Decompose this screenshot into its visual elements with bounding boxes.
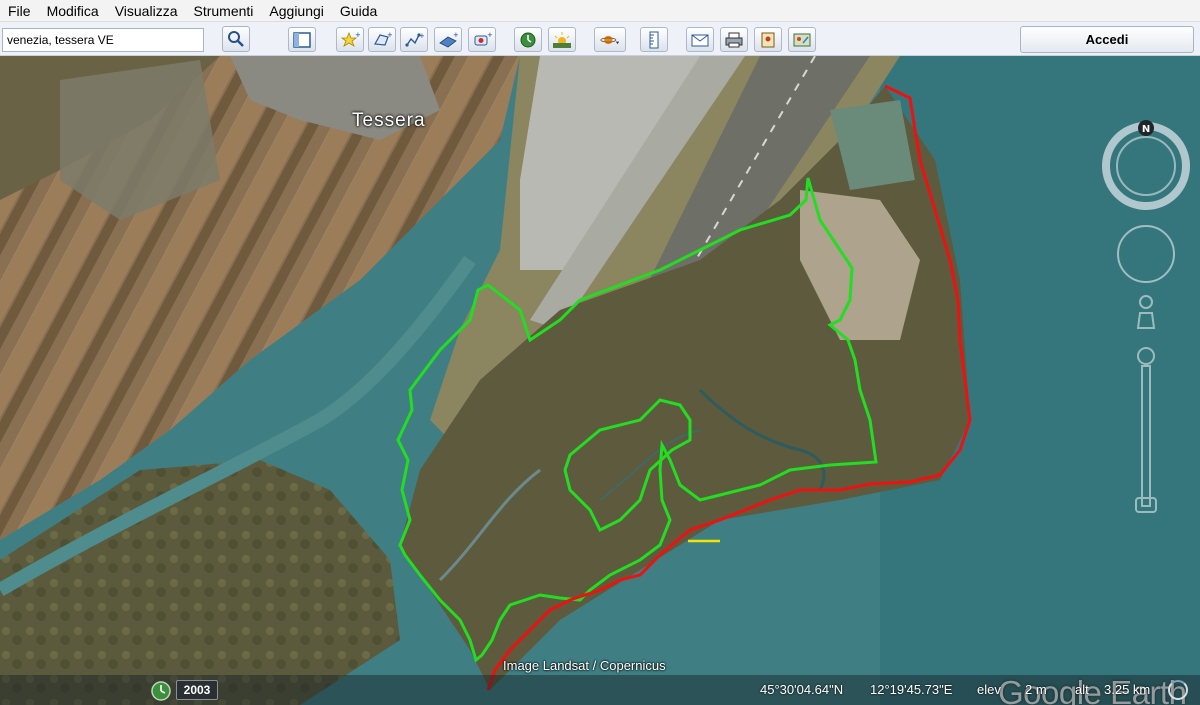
sunlight-button[interactable] <box>548 27 576 52</box>
record-tour-button[interactable]: + <box>468 27 496 52</box>
ruler-icon <box>649 31 659 48</box>
elevation-value: 2 m <box>1025 682 1047 697</box>
save-image-icon <box>761 32 775 47</box>
longitude-readout: 12°19'45.73"E <box>870 682 953 697</box>
navigation-controls: N <box>1102 120 1190 513</box>
street-view-pegman-icon[interactable] <box>1136 295 1156 329</box>
historical-imagery-icon <box>520 32 536 47</box>
place-label: Tessera <box>352 110 426 131</box>
add-placemark-button[interactable]: + <box>336 27 364 52</box>
zoom-slider[interactable] <box>1135 347 1157 513</box>
toolbar: + + + + + Accedi <box>0 22 1200 56</box>
path-icon: + <box>405 32 424 47</box>
svg-text:+: + <box>487 31 492 39</box>
historical-imagery-button[interactable] <box>514 27 542 52</box>
save-image-button[interactable] <box>754 27 782 52</box>
add-polygon-button[interactable]: + <box>368 27 396 52</box>
loading-spinner-icon <box>1168 680 1188 700</box>
image-overlay-icon: + <box>439 31 458 47</box>
menu-file[interactable]: File <box>0 0 39 22</box>
add-path-button[interactable]: + <box>400 27 428 52</box>
svg-text:+: + <box>419 32 424 40</box>
compass-north-marker[interactable]: N <box>1138 120 1154 136</box>
tour-icon: + <box>474 31 492 45</box>
svg-text:+: + <box>453 31 458 39</box>
historical-imagery-status-icon[interactable] <box>150 680 172 702</box>
sidebar-button[interactable] <box>288 27 316 52</box>
sidebar-icon <box>293 31 311 48</box>
svg-text:+: + <box>387 31 392 39</box>
email-button[interactable] <box>686 27 714 52</box>
look-joystick[interactable] <box>1117 225 1175 283</box>
add-image-overlay-button[interactable]: + <box>434 27 462 52</box>
latitude-readout: 45°30'04.64"N <box>760 682 844 697</box>
view-in-maps-button[interactable] <box>788 27 816 52</box>
search-icon <box>228 31 244 47</box>
svg-text:+: + <box>355 31 360 39</box>
menu-bar: File Modifica Visualizza Strumenti Aggiu… <box>0 0 1200 22</box>
svg-text:N: N <box>1142 124 1150 135</box>
search-input[interactable] <box>2 28 204 52</box>
imagery-credit: Image Landsat / Copernicus <box>503 658 666 673</box>
planets-button[interactable] <box>594 27 626 52</box>
placemark-icon: + <box>340 31 360 47</box>
menu-visualizza[interactable]: Visualizza <box>107 0 186 22</box>
elevation-label: elev <box>977 682 1001 697</box>
print-icon <box>725 32 743 47</box>
maps-icon <box>793 33 811 46</box>
map-view[interactable]: Tessera Image Landsat / Copernicus Googl… <box>0 56 1200 705</box>
menu-guida[interactable]: Guida <box>332 0 385 22</box>
polygon-icon: + <box>374 31 392 46</box>
menu-aggiungi[interactable]: Aggiungi <box>261 0 332 22</box>
email-icon <box>691 34 709 46</box>
altitude-label: alt <box>1075 682 1089 697</box>
login-button[interactable]: Accedi <box>1020 26 1194 53</box>
sunlight-icon <box>553 31 571 48</box>
satellite-imagery[interactable] <box>0 56 1200 705</box>
imagery-year-badge[interactable]: 2003 <box>176 680 218 700</box>
altitude-value: 3.25 km <box>1104 682 1151 697</box>
ruler-button[interactable] <box>640 27 668 52</box>
search-button[interactable] <box>222 26 250 52</box>
print-button[interactable] <box>720 27 748 52</box>
planets-icon <box>600 35 620 44</box>
menu-modifica[interactable]: Modifica <box>39 0 107 22</box>
menu-strumenti[interactable]: Strumenti <box>185 0 261 22</box>
compass-ring[interactable] <box>1102 122 1190 210</box>
